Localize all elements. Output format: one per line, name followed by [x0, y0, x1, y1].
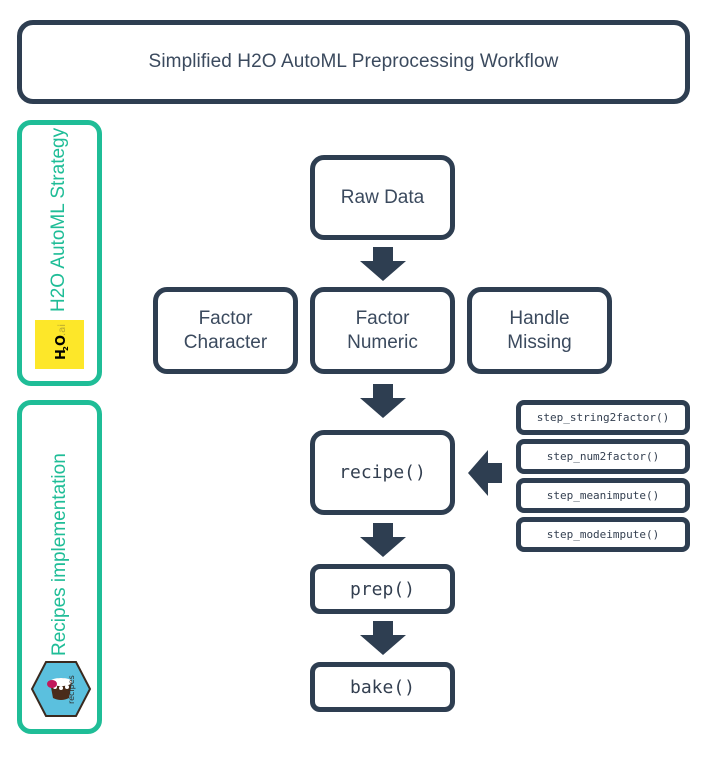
handle-missing-line1: Handle [509, 307, 570, 329]
step-modeimpute: step_modeimpute() [516, 517, 690, 552]
h2o-strategy-label: H2O AutoML Strategy [48, 127, 69, 312]
title-box: Simplified H2O AutoML Preprocessing Work… [17, 20, 690, 104]
factor-character-line2: Character [183, 331, 268, 353]
arrow-down-icon [360, 384, 406, 418]
raw-data-label: Raw Data [340, 186, 425, 208]
factor-numeric-line2: Numeric [347, 331, 418, 353]
svg-text:recipes: recipes [67, 675, 76, 704]
step-num2factor: step_num2factor() [516, 439, 690, 474]
recipes-implementation-label: Recipes implementation [49, 453, 70, 656]
svg-text:.ai: .ai [57, 324, 68, 336]
prep-label: prep() [349, 578, 416, 600]
handle-missing-line2: Missing [507, 331, 572, 353]
bake-label: bake() [349, 676, 416, 698]
raw-data-node: Raw Data [310, 155, 455, 240]
diagram-title: Simplified H2O AutoML Preprocessing Work… [148, 51, 559, 72]
prep-node: prep() [310, 564, 455, 614]
factor-character-line1: Factor [198, 307, 253, 329]
step-string2factor: step_string2factor() [516, 400, 690, 435]
factor-numeric-node: Factor Numeric [310, 287, 455, 374]
factor-character-node: Factor Character [153, 287, 298, 374]
recipe-label: recipe() [339, 462, 426, 483]
arrow-down-icon [360, 621, 406, 655]
factor-numeric-line1: Factor [355, 307, 410, 329]
h2o-ai-logo-icon: H 2 O .ai [35, 320, 84, 369]
handle-missing-node: Handle Missing [467, 287, 612, 374]
step-meanimpute: step_meanimpute() [516, 478, 690, 513]
recipes-hex-logo-icon: recipes [30, 660, 92, 718]
bake-node: bake() [310, 662, 455, 712]
arrow-left-icon [468, 450, 502, 496]
recipe-node: recipe() [310, 430, 455, 515]
arrow-down-icon [360, 523, 406, 557]
arrow-down-icon [360, 247, 406, 281]
